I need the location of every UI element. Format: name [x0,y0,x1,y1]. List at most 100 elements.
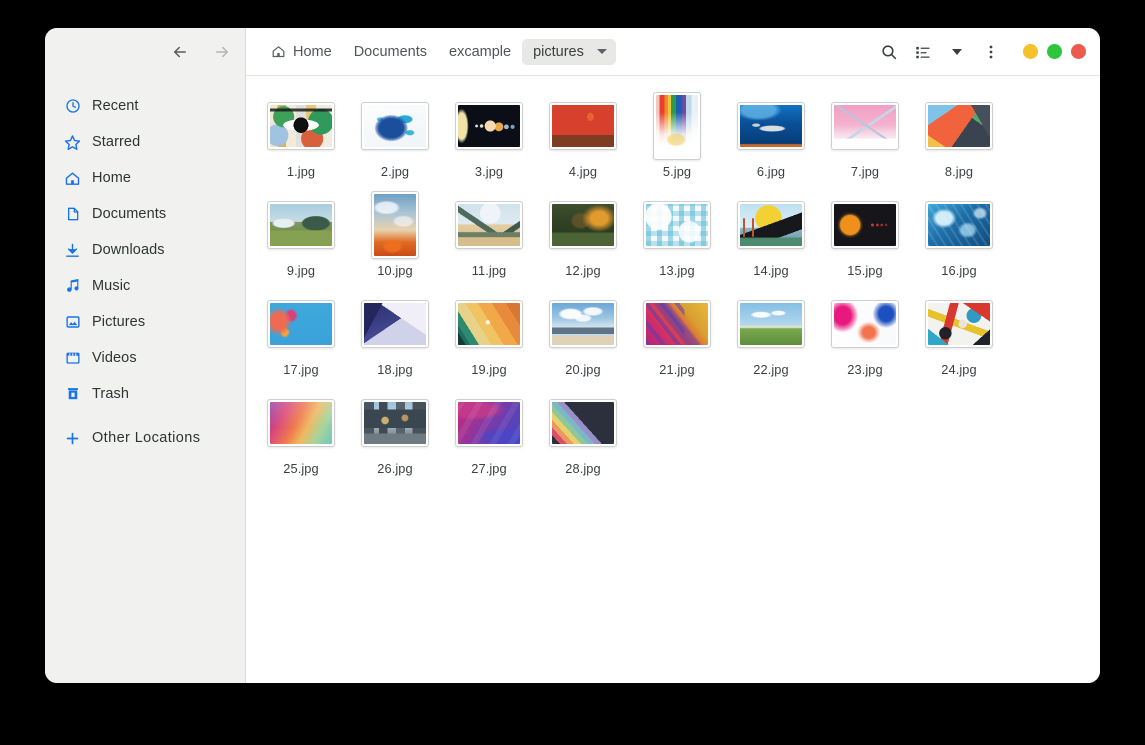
thumbnail-image [740,105,802,147]
thumbnail-image [374,194,416,256]
file-item[interactable]: 15.jpg [818,187,912,286]
file-item[interactable]: 28.jpg [536,385,630,484]
file-item[interactable]: 4.jpg [536,88,630,187]
file-thumbnail-frame [455,292,523,356]
file-thumbnail [267,102,335,150]
toolbar-actions [874,37,1088,67]
breadcrumb-item-pictures[interactable]: pictures [522,38,616,65]
three-dots-vertical-icon [989,45,993,58]
document-icon [64,206,81,223]
file-thumbnail [267,201,335,249]
file-thumbnail-frame [549,193,617,257]
file-item[interactable]: 6.jpg [724,88,818,187]
sidebar-item-trash[interactable]: Trash [45,376,245,412]
sidebar-item-home[interactable]: Home [45,160,245,196]
file-item[interactable]: 18.jpg [348,286,442,385]
thumbnail-image [270,402,332,444]
sidebar-item-label: Recent [92,98,139,114]
thumbnail-image [646,204,708,246]
sidebar-item-downloads[interactable]: Downloads [45,232,245,268]
file-name-label: 5.jpg [662,164,692,179]
sidebar-item-recent[interactable]: Recent [45,88,245,124]
file-thumbnail-frame [737,292,805,356]
file-item[interactable]: 5.jpg [630,88,724,187]
file-item[interactable]: 24.jpg [912,286,1006,385]
file-item[interactable]: 21.jpg [630,286,724,385]
file-item[interactable]: 23.jpg [818,286,912,385]
thumbnail-image [552,303,614,345]
file-thumbnail [361,399,429,447]
file-item[interactable]: 1.jpg [254,88,348,187]
file-name-label: 10.jpg [377,263,413,278]
file-item[interactable]: 26.jpg [348,385,442,484]
file-item[interactable]: 25.jpg [254,385,348,484]
file-name-label: 16.jpg [941,263,977,278]
file-name-label: 17.jpg [283,362,319,377]
sidebar-item-label: Videos [92,350,137,366]
file-item[interactable]: 9.jpg [254,187,348,286]
sidebar-item-other-locations[interactable]: Other Locations [45,420,245,456]
sidebar-item-starred[interactable]: Starred [45,124,245,160]
file-item[interactable]: 10.jpg [348,187,442,286]
sidebar-item-music[interactable]: Music [45,268,245,304]
file-thumbnail [831,201,899,249]
file-item[interactable]: 16.jpg [912,187,1006,286]
file-thumbnail-frame [267,292,335,356]
file-thumbnail [371,191,419,259]
sidebar-item-documents[interactable]: Documents [45,196,245,232]
plus-icon [64,430,81,447]
file-item[interactable]: 19.jpg [442,286,536,385]
file-item[interactable]: 17.jpg [254,286,348,385]
file-item[interactable]: 14.jpg [724,187,818,286]
toolbar: Home Documents excample pictures [246,28,1100,76]
home-icon [271,44,286,59]
window-maximize-button[interactable] [1047,44,1062,59]
file-item[interactable]: 7.jpg [818,88,912,187]
file-item[interactable]: 11.jpg [442,187,536,286]
back-button[interactable] [167,39,193,65]
file-thumbnail [831,102,899,150]
file-item[interactable]: 27.jpg [442,385,536,484]
file-thumbnail [643,201,711,249]
file-item[interactable]: 12.jpg [536,187,630,286]
thumbnail-image [552,105,614,147]
file-thumbnail-frame [643,193,711,257]
file-item[interactable]: 13.jpg [630,187,724,286]
window-minimize-button[interactable] [1023,44,1038,59]
thumbnail-image [552,204,614,246]
view-list-button[interactable] [908,37,938,67]
arrow-right-icon [216,46,228,58]
search-button[interactable] [874,37,904,67]
breadcrumb-item-documents[interactable]: Documents [343,39,438,65]
file-item[interactable]: 3.jpg [442,88,536,187]
breadcrumb-item-excample[interactable]: excample [438,39,522,65]
thumbnail-image [656,95,698,157]
window-close-button[interactable] [1071,44,1086,59]
file-thumbnail-frame [925,292,993,356]
sidebar-item-label: Home [92,170,132,186]
sidebar-item-pictures[interactable]: Pictures [45,304,245,340]
main-menu-button[interactable] [976,37,1006,67]
file-item[interactable]: 22.jpg [724,286,818,385]
image-icon [64,314,81,331]
file-thumbnail [455,399,523,447]
sidebar-item-videos[interactable]: Videos [45,340,245,376]
file-item[interactable]: 8.jpg [912,88,1006,187]
trash-icon [64,386,81,403]
download-icon [64,242,81,259]
file-item[interactable]: 20.jpg [536,286,630,385]
file-name-label: 13.jpg [659,263,695,278]
view-options-button[interactable] [942,37,972,67]
thumbnail-image [270,105,332,147]
file-thumbnail-frame [643,292,711,356]
file-thumbnail-frame [371,191,419,259]
file-item[interactable]: 2.jpg [348,88,442,187]
forward-button[interactable] [209,39,235,65]
file-thumbnail [737,300,805,348]
file-grid: 1.jpg 2.jpg 3.jpg 4.jpg 5.jpg 6.jpg 7.jp… [254,88,1092,484]
file-name-label: 21.jpg [659,362,695,377]
file-thumbnail-frame [455,193,523,257]
arrow-left-icon [174,46,186,58]
breadcrumb-item-home[interactable]: Home [260,39,343,65]
file-thumbnail [455,201,523,249]
